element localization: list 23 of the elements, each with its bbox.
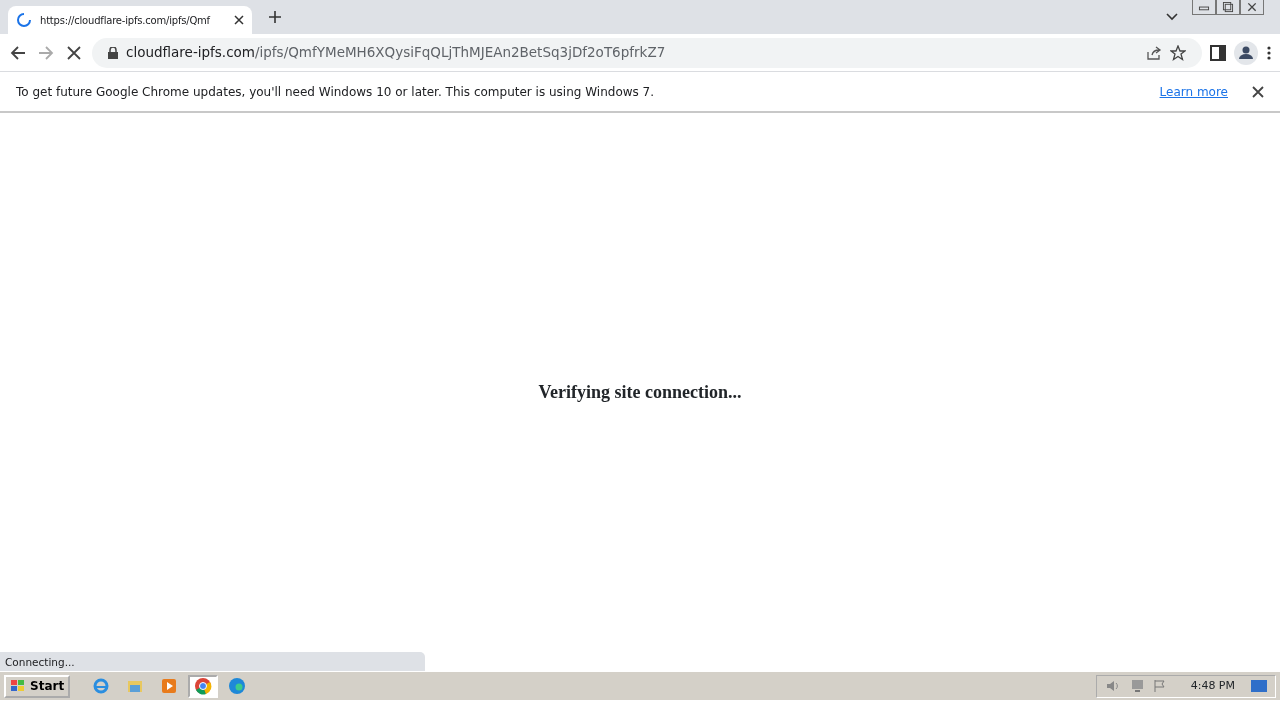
profile-icon[interactable] <box>1234 40 1258 65</box>
address-field[interactable]: cloudflare-ipfs.com/ipfs/QmfYMeMH6XQysiFqQLjThMJEAn2BetSq3jDf2oT6pfrkZ7 <box>92 37 1202 68</box>
speaker-icon <box>1104 679 1121 693</box>
browser-tab[interactable]: https://cloudflare-ipfs.com/ipfs/Qmf <box>8 6 252 34</box>
flag-icon <box>1152 679 1167 693</box>
page-heading: Verifying site connection... <box>538 380 742 404</box>
start-button[interactable]: Start <box>4 674 71 698</box>
new-tab-icon[interactable] <box>268 10 282 24</box>
windows-logo-icon <box>10 679 26 693</box>
side-panel-icon[interactable] <box>1210 44 1226 61</box>
share-icon[interactable] <box>1146 44 1162 61</box>
clock: 4:48 PM <box>1190 677 1235 694</box>
lock-icon <box>108 46 118 59</box>
close-icon[interactable] <box>1252 85 1264 98</box>
info-message: To get future Google Chrome updates, you'll need Windows 10 or later. This computer is using Windows 7. <box>16 83 656 101</box>
chrome-icon[interactable] <box>194 677 213 695</box>
close-icon[interactable] <box>234 15 244 25</box>
menu-icon[interactable] <box>1266 44 1272 61</box>
media-player-icon[interactable] <box>160 677 179 695</box>
status-bubble: Connecting... <box>0 652 425 671</box>
learn-more-link[interactable]: Learn more <box>1159 82 1228 101</box>
dropdown-icon[interactable] <box>1166 13 1178 21</box>
star-icon[interactable] <box>1170 44 1186 61</box>
